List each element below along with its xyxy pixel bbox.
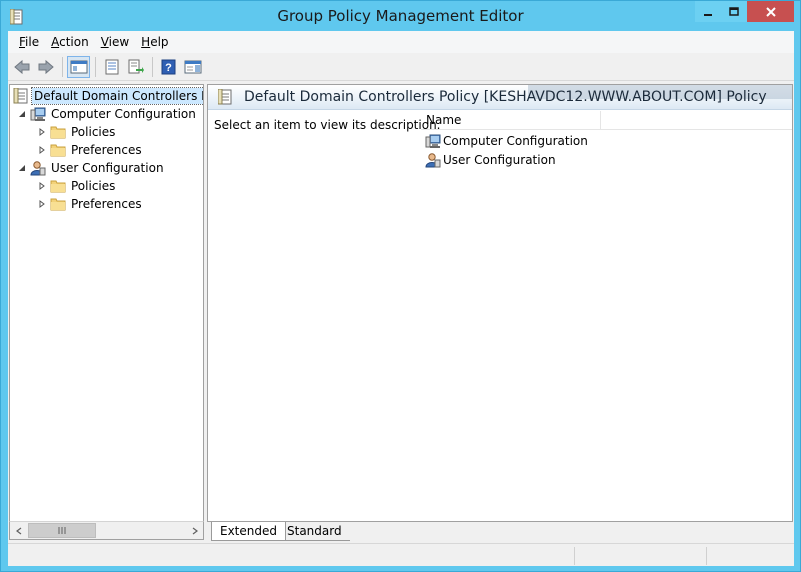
- details-list: Name Computer Configuration User Configu…: [421, 111, 792, 521]
- show-hide-action-pane-icon: [184, 60, 201, 73]
- list-column-header: Name: [421, 111, 792, 130]
- show-hide-console-tree-icon: [70, 60, 87, 73]
- policy-document-icon: [13, 87, 29, 104]
- folder-icon: [50, 142, 66, 158]
- tree-item-label: Policies: [71, 125, 116, 139]
- title-bar[interactable]: Group Policy Management Editor: [1, 1, 800, 31]
- help-icon: ?: [161, 59, 175, 74]
- main-window: Group Policy Management Editor File Acti…: [0, 0, 801, 572]
- export-list-button[interactable]: [124, 56, 147, 78]
- toolbar-separator: [152, 56, 153, 77]
- tree-item-computer-preferences[interactable]: Preferences: [36, 141, 144, 159]
- chevron-left-icon: [15, 527, 21, 534]
- status-cell: [706, 547, 794, 565]
- tree-item-label: Computer Configuration: [51, 107, 196, 121]
- menu-file[interactable]: File: [13, 31, 45, 53]
- expand-arrow-icon[interactable]: [36, 144, 48, 156]
- minimize-icon: [704, 13, 712, 16]
- tree-item-label: User Configuration: [51, 161, 164, 175]
- column-header-name[interactable]: Name: [421, 111, 601, 130]
- tab-standard[interactable]: Standard: [279, 522, 350, 541]
- toolbar-separator: [62, 56, 63, 77]
- tab-extended[interactable]: Extended: [211, 522, 286, 541]
- scroll-thumb[interactable]: [28, 523, 96, 538]
- list-item-computer-configuration[interactable]: Computer Configuration: [425, 132, 588, 150]
- back-button[interactable]: [10, 56, 33, 78]
- menu-action[interactable]: Action: [45, 31, 95, 53]
- tree-item-computer-configuration[interactable]: Computer Configuration: [16, 105, 198, 123]
- computer-icon: [425, 133, 441, 149]
- tree-horizontal-scrollbar[interactable]: [9, 521, 204, 540]
- forward-arrow-icon: [38, 59, 54, 74]
- svg-text:?: ?: [165, 62, 172, 74]
- help-button[interactable]: ?: [157, 56, 180, 78]
- collapse-arrow-icon[interactable]: [16, 108, 28, 120]
- console-tree[interactable]: Default Domain Controllers Poli Computer…: [9, 84, 204, 540]
- forward-button[interactable]: [34, 56, 57, 78]
- expand-arrow-icon[interactable]: [36, 198, 48, 210]
- scroll-left-button[interactable]: [10, 522, 27, 539]
- status-bar: [8, 543, 794, 566]
- details-header: Default Domain Controllers Policy [KESHA…: [208, 85, 792, 110]
- user-icon: [425, 152, 441, 168]
- status-cell: [574, 547, 706, 565]
- collapse-arrow-icon[interactable]: [16, 162, 28, 174]
- tree-item-label: Preferences: [71, 143, 142, 157]
- menu-view[interactable]: View: [95, 31, 135, 53]
- show-hide-action-pane-button[interactable]: [181, 56, 204, 78]
- list-item-label: Computer Configuration: [443, 134, 588, 148]
- menu-help[interactable]: Help: [135, 31, 174, 53]
- policy-document-icon: [217, 88, 232, 105]
- minimize-button[interactable]: [695, 1, 721, 22]
- toolbar-separator: [95, 56, 96, 77]
- details-pane: Default Domain Controllers Policy [KESHA…: [207, 84, 793, 522]
- expand-arrow-icon[interactable]: [36, 126, 48, 138]
- folder-icon: [50, 124, 66, 140]
- maximize-icon: [729, 6, 739, 16]
- menu-bar: File Action View Help: [8, 31, 794, 53]
- tree-item-root-policy[interactable]: Default Domain Controllers Poli: [13, 87, 203, 105]
- user-icon: [30, 160, 46, 176]
- expand-arrow-icon[interactable]: [36, 180, 48, 192]
- close-icon: [765, 6, 776, 17]
- tree-item-user-policies[interactable]: Policies: [36, 177, 117, 195]
- client-area: File Action View Help ? Default Domain C…: [8, 31, 794, 566]
- tree-item-user-preferences[interactable]: Preferences: [36, 195, 144, 213]
- caption-buttons: [695, 1, 794, 22]
- folder-icon: [50, 178, 66, 194]
- window-title: Group Policy Management Editor: [277, 7, 524, 25]
- tree-item-user-configuration[interactable]: User Configuration: [16, 159, 166, 177]
- tree-item-computer-policies[interactable]: Policies: [36, 123, 117, 141]
- view-tabs: Standard Extended: [207, 522, 793, 542]
- back-arrow-icon: [13, 59, 29, 74]
- show-hide-console-tree-button[interactable]: [67, 55, 90, 78]
- list-item-user-configuration[interactable]: User Configuration: [425, 151, 556, 169]
- tree-item-label: Preferences: [71, 197, 142, 211]
- properties-button[interactable]: [100, 56, 123, 78]
- tree-item-label: Default Domain Controllers Poli: [31, 87, 203, 105]
- tree-item-label: Policies: [71, 179, 116, 193]
- close-button[interactable]: [747, 1, 794, 22]
- scroll-right-button[interactable]: [186, 522, 203, 539]
- chevron-right-icon: [192, 527, 198, 534]
- maximize-button[interactable]: [721, 1, 747, 22]
- folder-icon: [50, 196, 66, 212]
- properties-icon: [105, 59, 118, 74]
- list-item-label: User Configuration: [443, 153, 556, 167]
- grip-icon: [58, 527, 66, 534]
- export-list-icon: [128, 59, 144, 73]
- toolbar: ?: [8, 53, 794, 81]
- description-text: Select an item to view its description.: [214, 118, 441, 132]
- details-title: Default Domain Controllers Policy [KESHA…: [244, 89, 767, 105]
- computer-icon: [30, 106, 46, 122]
